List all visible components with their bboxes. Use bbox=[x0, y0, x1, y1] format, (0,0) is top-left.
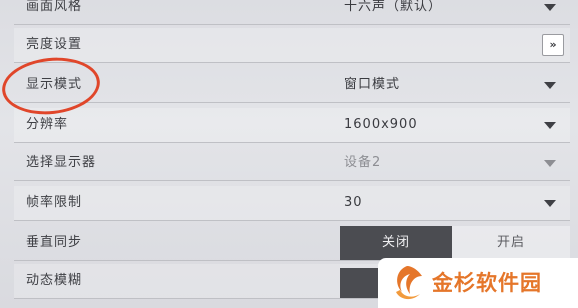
watermark: 金杉软件园 bbox=[378, 258, 578, 308]
vsync-off-toggle[interactable]: 关闭 bbox=[340, 226, 452, 260]
monitor-select[interactable]: 设备2 bbox=[344, 146, 381, 180]
setting-row-picture-style: 画面风格 十六声（默认） bbox=[14, 0, 570, 25]
setting-row-vsync: 垂直同步 关闭 开启 bbox=[14, 226, 570, 261]
setting-label: 帧率限制 bbox=[26, 195, 83, 210]
chevron-down-icon[interactable] bbox=[544, 4, 556, 11]
setting-row-monitor: 选择显示器 设备2 bbox=[14, 146, 570, 181]
chevron-down-icon[interactable] bbox=[544, 122, 556, 129]
setting-label: 选择显示器 bbox=[26, 155, 97, 170]
vsync-on-toggle[interactable]: 开启 bbox=[452, 226, 570, 260]
framerate-select[interactable]: 30 bbox=[344, 186, 363, 220]
setting-label: 垂直同步 bbox=[26, 235, 83, 250]
swirl-logo-icon bbox=[396, 266, 422, 300]
display-mode-select[interactable]: 窗口模式 bbox=[344, 68, 400, 102]
resolution-select[interactable]: 1600x900 bbox=[344, 108, 418, 142]
watermark-text: 金杉软件园 bbox=[432, 271, 542, 295]
setting-row-resolution: 分辨率 1600x900 bbox=[14, 108, 570, 143]
picture-style-select[interactable]: 十六声（默认） bbox=[344, 0, 442, 24]
setting-row-framerate: 帧率限制 30 bbox=[14, 186, 570, 221]
chevron-down-icon[interactable] bbox=[544, 200, 556, 207]
setting-label: 动态模糊 bbox=[26, 273, 83, 288]
brightness-expand-button[interactable]: » bbox=[542, 34, 564, 56]
setting-row-brightness: 亮度设置 » bbox=[14, 28, 570, 63]
chevron-down-icon[interactable] bbox=[544, 160, 556, 167]
chevron-down-icon[interactable] bbox=[544, 82, 556, 89]
setting-label: 画面风格 bbox=[26, 0, 83, 14]
